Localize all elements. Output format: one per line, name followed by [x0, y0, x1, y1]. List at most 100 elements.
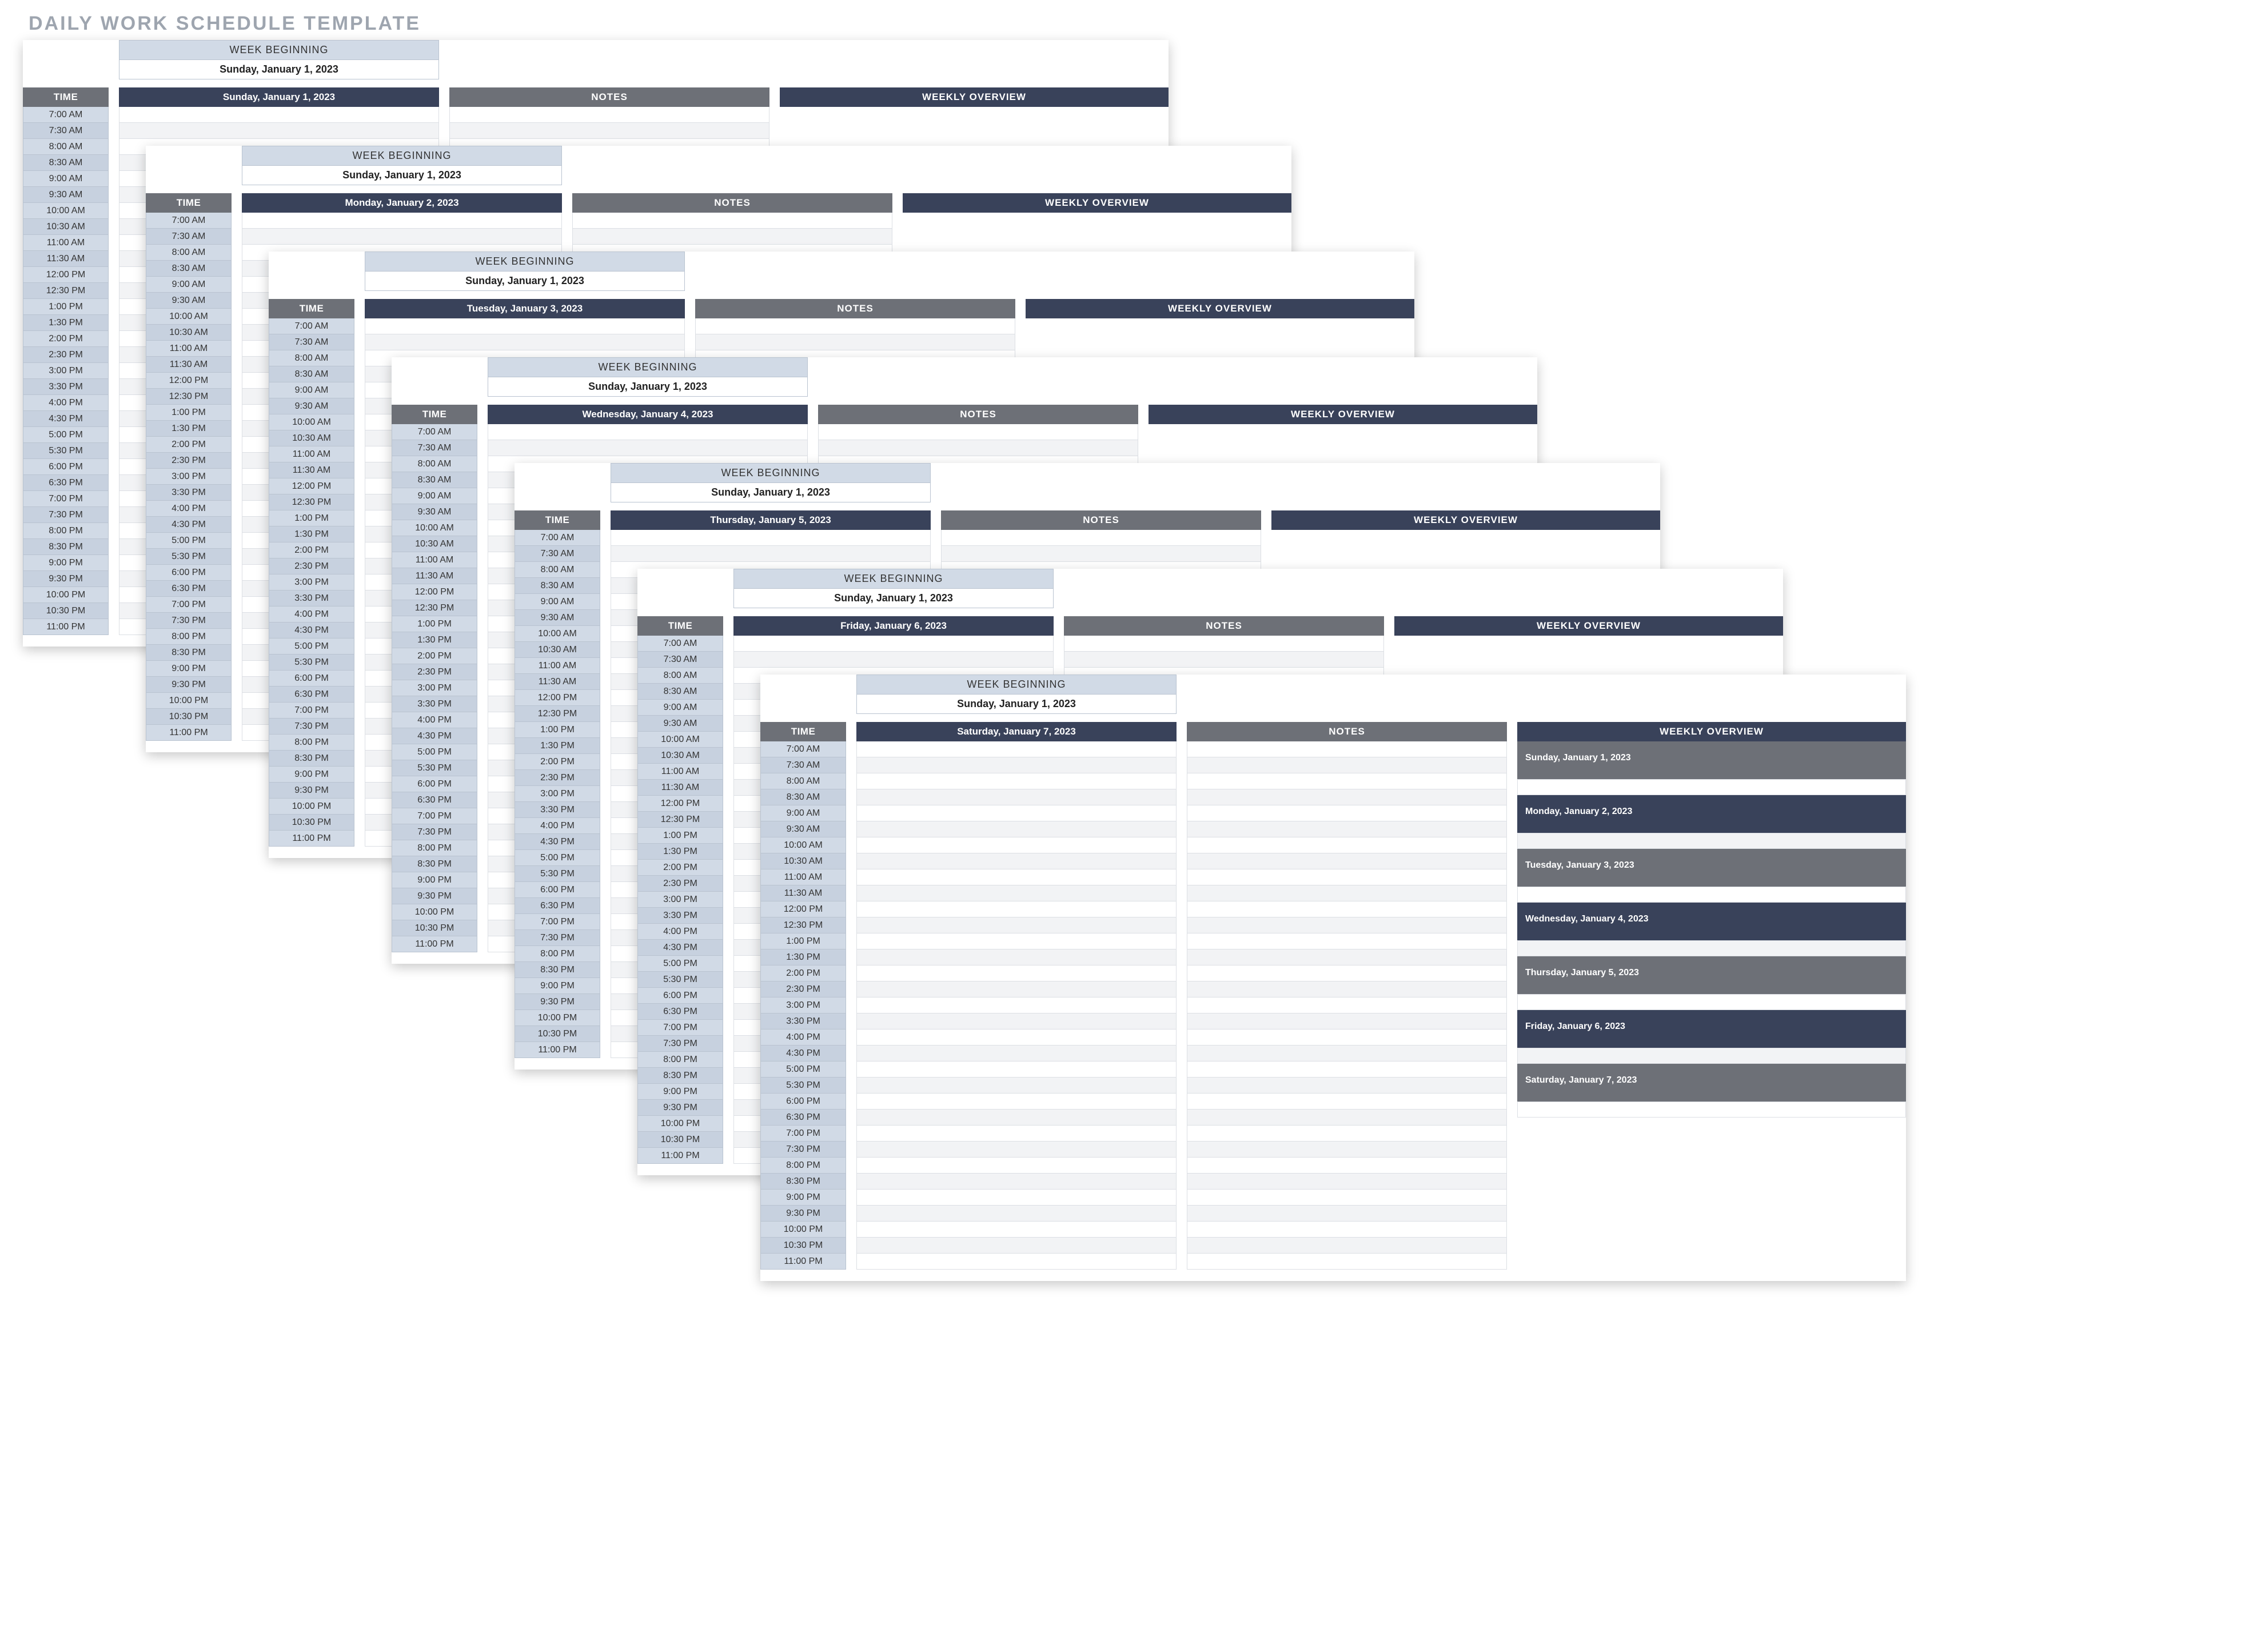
- schedule-cell[interactable]: [856, 981, 1177, 997]
- schedule-cell[interactable]: [856, 1190, 1177, 1206]
- schedule-cell[interactable]: [856, 773, 1177, 789]
- schedule-cell[interactable]: [611, 530, 931, 546]
- notes-cell[interactable]: [1187, 1110, 1507, 1126]
- notes-cell[interactable]: [1187, 1222, 1507, 1238]
- notes-cell[interactable]: [1187, 1158, 1507, 1174]
- schedule-cell[interactable]: [856, 869, 1177, 885]
- notes-cell[interactable]: [1187, 933, 1507, 949]
- notes-cell[interactable]: [1187, 901, 1507, 917]
- schedule-cell[interactable]: [856, 965, 1177, 981]
- schedule-cell[interactable]: [856, 1222, 1177, 1238]
- notes-cell[interactable]: [941, 530, 1261, 546]
- notes-cell[interactable]: [1187, 1029, 1507, 1046]
- notes-cell[interactable]: [1187, 1078, 1507, 1094]
- notes-cell[interactable]: [449, 107, 769, 123]
- schedule-cell[interactable]: [488, 424, 808, 440]
- schedule-cell[interactable]: [856, 933, 1177, 949]
- schedule-cell[interactable]: [856, 917, 1177, 933]
- overview-day-value[interactable]: [1517, 1048, 1906, 1064]
- notes-cell[interactable]: [1187, 853, 1507, 869]
- notes-cell[interactable]: [1064, 636, 1384, 652]
- notes-cell[interactable]: [818, 440, 1138, 456]
- schedule-cell[interactable]: [856, 741, 1177, 757]
- schedule-cell[interactable]: [856, 901, 1177, 917]
- notes-cell[interactable]: [572, 213, 892, 229]
- schedule-cell[interactable]: [365, 334, 685, 350]
- notes-cell[interactable]: [1187, 1013, 1507, 1029]
- notes-cell[interactable]: [1187, 805, 1507, 821]
- notes-cell[interactable]: [1187, 1254, 1507, 1270]
- notes-cell[interactable]: [1187, 773, 1507, 789]
- schedule-cell[interactable]: [242, 229, 562, 245]
- notes-cell[interactable]: [449, 123, 769, 139]
- schedule-cell[interactable]: [856, 1094, 1177, 1110]
- notes-cell[interactable]: [1187, 965, 1507, 981]
- notes-cell[interactable]: [818, 424, 1138, 440]
- notes-cell[interactable]: [1187, 949, 1507, 965]
- schedule-cell[interactable]: [856, 789, 1177, 805]
- notes-cell[interactable]: [1187, 981, 1507, 997]
- notes-cell[interactable]: [1187, 917, 1507, 933]
- schedule-cell[interactable]: [733, 636, 1054, 652]
- schedule-cell[interactable]: [856, 885, 1177, 901]
- schedule-cell[interactable]: [856, 821, 1177, 837]
- notes-cell[interactable]: [941, 546, 1261, 562]
- schedule-cell[interactable]: [856, 1046, 1177, 1062]
- notes-cell[interactable]: [1187, 1062, 1507, 1078]
- overview-day-value[interactable]: [1517, 833, 1906, 849]
- schedule-cell[interactable]: [856, 1238, 1177, 1254]
- schedule-cell[interactable]: [856, 1110, 1177, 1126]
- time-slot-label: 9:00 PM: [637, 1084, 723, 1100]
- schedule-cell[interactable]: [242, 213, 562, 229]
- schedule-cell[interactable]: [856, 1029, 1177, 1046]
- notes-cell[interactable]: [1187, 885, 1507, 901]
- schedule-cell[interactable]: [856, 1078, 1177, 1094]
- notes-cell[interactable]: [572, 229, 892, 245]
- notes-cell[interactable]: [1187, 1142, 1507, 1158]
- time-slot-label: 9:00 AM: [23, 171, 109, 187]
- schedule-cell[interactable]: [488, 440, 808, 456]
- notes-cell[interactable]: [1187, 789, 1507, 805]
- schedule-cell[interactable]: [119, 107, 439, 123]
- schedule-cell[interactable]: [611, 546, 931, 562]
- notes-cell[interactable]: [1187, 1174, 1507, 1190]
- notes-cell[interactable]: [1187, 869, 1507, 885]
- overview-day-value[interactable]: [1517, 994, 1906, 1010]
- notes-cell[interactable]: [1187, 1238, 1507, 1254]
- notes-cell[interactable]: [1187, 837, 1507, 853]
- notes-cell[interactable]: [1187, 1046, 1507, 1062]
- notes-cell[interactable]: [695, 334, 1015, 350]
- schedule-cell[interactable]: [856, 757, 1177, 773]
- week-beginning-header: WEEK BEGINNING: [856, 675, 1177, 695]
- schedule-cell[interactable]: [856, 1013, 1177, 1029]
- notes-cell[interactable]: [1187, 997, 1507, 1013]
- schedule-cell[interactable]: [856, 805, 1177, 821]
- overview-day-value[interactable]: [1517, 779, 1906, 795]
- schedule-cell[interactable]: [733, 652, 1054, 668]
- schedule-cell[interactable]: [856, 1174, 1177, 1190]
- schedule-cell[interactable]: [856, 1126, 1177, 1142]
- overview-day-value[interactable]: [1517, 1102, 1906, 1118]
- notes-cell[interactable]: [1187, 741, 1507, 757]
- schedule-cell[interactable]: [856, 1062, 1177, 1078]
- schedule-cell[interactable]: [856, 837, 1177, 853]
- overview-day-value[interactable]: [1517, 940, 1906, 956]
- schedule-cell[interactable]: [856, 1142, 1177, 1158]
- notes-cell[interactable]: [1187, 1206, 1507, 1222]
- schedule-cell[interactable]: [119, 123, 439, 139]
- schedule-cell[interactable]: [365, 318, 685, 334]
- schedule-cell[interactable]: [856, 853, 1177, 869]
- notes-cell[interactable]: [1064, 652, 1384, 668]
- notes-cell[interactable]: [1187, 757, 1507, 773]
- notes-cell[interactable]: [1187, 1126, 1507, 1142]
- schedule-cell[interactable]: [856, 1206, 1177, 1222]
- notes-cell[interactable]: [695, 318, 1015, 334]
- overview-day-value[interactable]: [1517, 887, 1906, 903]
- schedule-cell[interactable]: [856, 997, 1177, 1013]
- notes-cell[interactable]: [1187, 1190, 1507, 1206]
- schedule-cell[interactable]: [856, 1158, 1177, 1174]
- schedule-cell[interactable]: [856, 1254, 1177, 1270]
- schedule-cell[interactable]: [856, 949, 1177, 965]
- notes-cell[interactable]: [1187, 1094, 1507, 1110]
- notes-cell[interactable]: [1187, 821, 1507, 837]
